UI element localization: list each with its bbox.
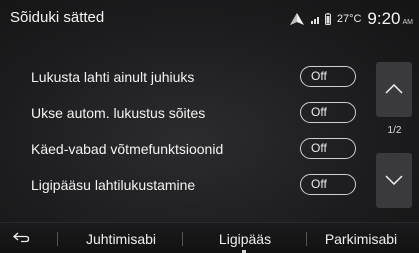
setting-label: Ligipääsu lahtilukustamine xyxy=(31,177,196,193)
phone-battery-icon xyxy=(324,13,331,25)
tab-divider xyxy=(306,232,307,246)
setting-label: Käed-vabad võtmefunktsioonid xyxy=(31,141,224,157)
vehicle-settings-screen: Sõiduki sätted 27°C 9:20 AM Lukusta laht… xyxy=(0,0,419,253)
tab-divider xyxy=(182,232,183,246)
chevron-up-icon xyxy=(385,81,403,99)
page-title: Sõiduki sätted xyxy=(10,9,105,26)
setting-toggle[interactable]: Off xyxy=(300,66,356,87)
status-area: 27°C 9:20 AM xyxy=(289,6,413,32)
setting-row-access-unlocking[interactable]: Ligipääsu lahtilukustamine Off xyxy=(0,169,370,205)
header: Sõiduki sätted 27°C 9:20 AM xyxy=(0,0,419,40)
setting-label: Ukse autom. lukustus sõites xyxy=(31,105,206,121)
setting-row-driver-door-unlock[interactable]: Lukusta lahti ainult juhiuks Off xyxy=(0,61,370,97)
page-indicator: 1/2 xyxy=(387,125,402,136)
clock: 9:20 xyxy=(367,9,401,28)
tab-juhtimisabi[interactable]: Juhtimisabi xyxy=(66,223,176,253)
setting-row-hands-free-key[interactable]: Käed-vabad võtmefunktsioonid Off xyxy=(0,133,370,169)
chevron-down-icon xyxy=(385,172,403,190)
setting-toggle[interactable]: Off xyxy=(300,174,356,195)
clock-ampm: AM xyxy=(402,18,414,26)
tab-parkimisabi[interactable]: Parkimisabi xyxy=(308,223,414,253)
pager: 1/2 xyxy=(370,55,419,208)
tab-divider xyxy=(57,232,58,246)
setting-row-auto-lock-driving[interactable]: Ukse autom. lukustus sõites Off xyxy=(0,97,370,133)
page-down-button[interactable] xyxy=(376,153,412,208)
back-button[interactable] xyxy=(12,223,52,253)
navigation-arrow-icon xyxy=(289,12,305,26)
temperature-readout: 27°C xyxy=(336,13,362,25)
setting-label: Lukusta lahti ainult juhiuks xyxy=(31,69,195,85)
page-up-button[interactable] xyxy=(376,62,412,117)
signal-bars-icon xyxy=(310,14,321,24)
back-arrow-icon xyxy=(12,231,30,247)
setting-toggle[interactable]: Off xyxy=(300,102,356,123)
setting-toggle[interactable]: Off xyxy=(300,138,356,159)
tab-ligipaas[interactable]: Ligipääs xyxy=(185,223,305,253)
bottom-tab-bar: Juhtimisabi Ligipääs Parkimisabi xyxy=(0,222,419,253)
